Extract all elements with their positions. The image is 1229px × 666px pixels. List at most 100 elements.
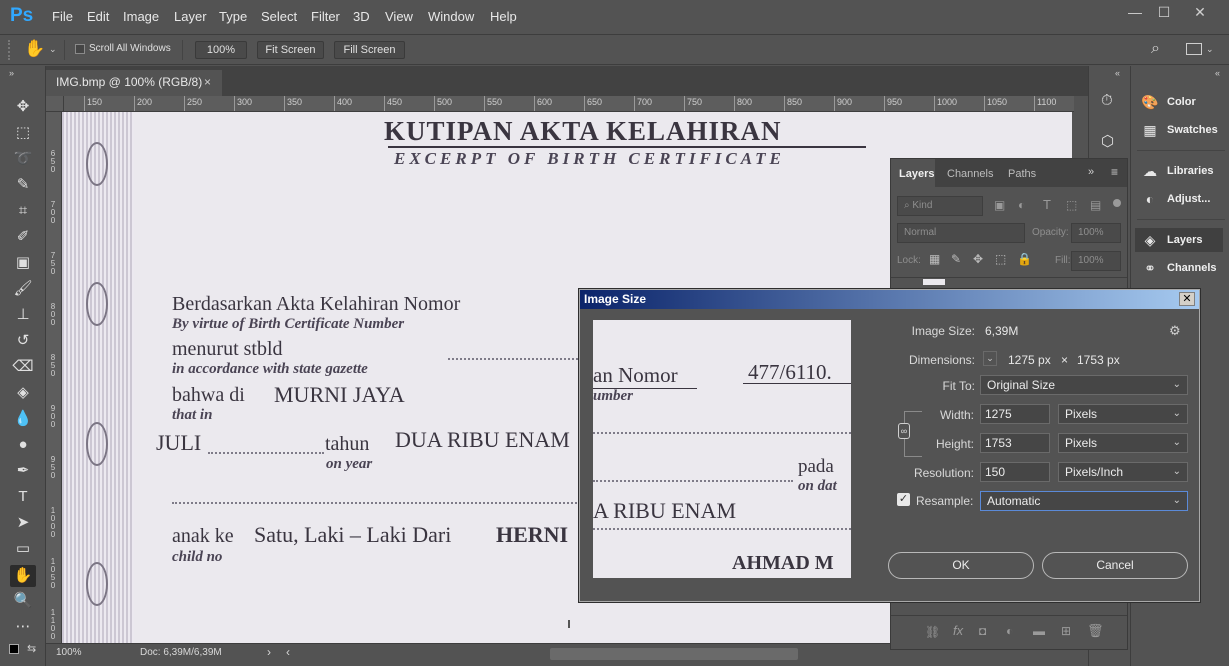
dimensions-unit-dropdown-icon[interactable]: ⌄: [983, 351, 997, 366]
tab-channels[interactable]: Channels: [947, 168, 993, 180]
eraser-tool-icon[interactable]: ⌫: [10, 356, 36, 378]
hand-tool-active-icon[interactable]: ✋: [10, 565, 36, 587]
minimize-button[interactable]: —: [1121, 4, 1149, 22]
move-tool-icon[interactable]: ✥: [10, 96, 36, 118]
fill-screen-button[interactable]: Fill Screen: [334, 41, 405, 59]
height-input[interactable]: 1753: [980, 433, 1050, 453]
menu-window[interactable]: Window: [428, 9, 474, 24]
brush-tool-icon[interactable]: 🖌: [10, 278, 36, 300]
document-tab[interactable]: IMG.bmp @ 100% (RGB/8) ×: [46, 70, 222, 96]
filter-adjustment-icon[interactable]: ◐: [1018, 198, 1025, 212]
delete-layer-icon[interactable]: 🗑: [1087, 623, 1104, 639]
fx-icon[interactable]: fx: [953, 623, 963, 638]
swap-colors-icon[interactable]: ⇆: [27, 642, 36, 655]
hand-tool-icon[interactable]: ✋: [24, 39, 45, 59]
collapse-panel-icon[interactable]: «: [1215, 68, 1220, 78]
blend-mode-select[interactable]: Normal: [897, 223, 1025, 243]
history-panel-icon[interactable]: ⏱: [1101, 92, 1113, 109]
zoom-level[interactable]: 100%: [56, 647, 82, 658]
panel-color[interactable]: 🎨 Color: [1141, 90, 1229, 114]
filter-pixel-icon[interactable]: ▣: [994, 198, 1005, 212]
height-unit-select[interactable]: Pixels ⌄: [1058, 433, 1188, 453]
maximize-button[interactable]: ☐: [1150, 4, 1178, 22]
resample-checkbox[interactable]: ✓: [897, 493, 910, 506]
type-tool-icon[interactable]: T: [10, 486, 36, 508]
image-preview[interactable]: an Nomor umber 477/6110. pada on dat A R…: [593, 320, 851, 578]
lock-artboard-icon[interactable]: ⬚: [995, 252, 1006, 266]
status-menu-arrow-icon[interactable]: ›: [267, 645, 271, 659]
filter-smart-object-icon[interactable]: ▤: [1090, 198, 1101, 212]
ok-button[interactable]: OK: [888, 552, 1034, 579]
fit-to-select[interactable]: Original Size ⌄: [980, 375, 1188, 395]
width-unit-select[interactable]: Pixels ⌄: [1058, 404, 1188, 424]
scroll-all-windows-checkbox[interactable]: [75, 44, 85, 54]
opacity-input[interactable]: 100%: [1071, 223, 1121, 243]
menu-view[interactable]: View: [385, 9, 413, 24]
menu-help[interactable]: Help: [490, 9, 517, 24]
dialog-close-button[interactable]: ✕: [1179, 292, 1195, 306]
lock-position-icon[interactable]: ✥: [973, 252, 983, 266]
width-input[interactable]: 1275: [980, 404, 1050, 424]
workspace-icon[interactable]: [1186, 43, 1202, 55]
panel-menu-icon[interactable]: ≡: [1111, 165, 1118, 179]
collapse-toolbar-icon[interactable]: »: [9, 68, 14, 78]
menu-3d[interactable]: 3D: [353, 9, 370, 24]
stamp-tool-icon[interactable]: ⊥: [10, 304, 36, 326]
new-layer-icon[interactable]: ⊞: [1061, 624, 1071, 638]
close-tab-icon[interactable]: ×: [204, 70, 211, 94]
horizontal-ruler[interactable]: 150 200 250 300 350 400 450 500 550 600 650 700 750 8…: [64, 96, 1074, 112]
collapse-dock-icon[interactable]: «: [1115, 68, 1120, 78]
zoom-tool-icon[interactable]: 🔍: [10, 590, 36, 612]
settings-gear-icon[interactable]: ⚙: [1169, 323, 1181, 339]
history-brush-tool-icon[interactable]: ↺: [10, 330, 36, 352]
path-select-tool-icon[interactable]: ➤: [10, 512, 36, 534]
frame-tool-icon[interactable]: ▣: [10, 252, 36, 274]
menu-type[interactable]: Type: [219, 9, 247, 24]
quick-select-tool-icon[interactable]: ✎: [10, 174, 36, 196]
lasso-tool-icon[interactable]: ➰: [10, 148, 36, 170]
marquee-tool-icon[interactable]: ⬚: [10, 122, 36, 144]
dodge-tool-icon[interactable]: ●: [10, 434, 36, 456]
search-icon[interactable]: ⌕: [1151, 40, 1160, 58]
menu-file[interactable]: File: [52, 9, 73, 24]
resolution-unit-select[interactable]: Pixels/Inch ⌄: [1058, 462, 1188, 482]
panel-layers[interactable]: ◈ Layers: [1135, 228, 1223, 252]
horizontal-scrollbar-thumb[interactable]: [550, 648, 798, 660]
resolution-input[interactable]: 150: [980, 462, 1050, 482]
lock-transparent-icon[interactable]: ▦: [929, 252, 940, 266]
cancel-button[interactable]: Cancel: [1042, 552, 1188, 579]
lock-all-icon[interactable]: 🔒: [1017, 252, 1032, 266]
menu-select[interactable]: Select: [261, 9, 297, 24]
rectangle-tool-icon[interactable]: ▭: [10, 538, 36, 560]
expand-panel-icon[interactable]: »: [1088, 166, 1094, 178]
workspace-chevron-icon[interactable]: ⌄: [1206, 44, 1214, 55]
fill-input[interactable]: 100%: [1071, 251, 1121, 271]
menu-edit[interactable]: Edit: [87, 9, 109, 24]
new-group-icon[interactable]: ▬: [1033, 624, 1045, 638]
blur-tool-icon[interactable]: 💧: [10, 408, 36, 430]
filter-type-icon[interactable]: T: [1043, 197, 1051, 212]
ruler-origin[interactable]: [46, 96, 64, 112]
fit-screen-button[interactable]: Fit Screen: [257, 41, 324, 59]
panel-adjustments[interactable]: ◐ Adjust...: [1141, 187, 1229, 211]
menu-filter[interactable]: Filter: [311, 9, 340, 24]
panel-swatches[interactable]: ▦ Swatches: [1141, 118, 1229, 142]
tab-layers[interactable]: Layers: [899, 168, 934, 180]
panel-libraries[interactable]: ☁ Libraries: [1141, 159, 1229, 183]
tab-paths[interactable]: Paths: [1008, 168, 1036, 180]
panel-channels[interactable]: ⚭ Channels: [1141, 256, 1229, 280]
menu-image[interactable]: Image: [123, 9, 159, 24]
scroll-left-icon[interactable]: ‹: [286, 645, 290, 659]
layer-thumbnail[interactable]: [923, 279, 945, 285]
vertical-ruler[interactable]: 6 5 0 7 0 0 7 5 0 8 0 0 8 5 0 9 0 0 9 5 0 1 0 0…: [46, 112, 62, 643]
layer-kind-filter[interactable]: ⌕ Kind: [897, 196, 983, 216]
bucket-tool-icon[interactable]: ◈: [10, 382, 36, 404]
close-window-button[interactable]: ✕: [1186, 4, 1214, 22]
link-layers-icon[interactable]: ⛓: [925, 625, 940, 639]
new-adjustment-icon[interactable]: ◐: [1006, 624, 1013, 638]
add-mask-icon[interactable]: ◘: [979, 624, 986, 638]
zoom-100-button[interactable]: 100%: [195, 41, 247, 59]
3d-panel-icon[interactable]: ⬡: [1101, 132, 1114, 150]
dialog-titlebar[interactable]: [580, 290, 1199, 309]
menu-layer[interactable]: Layer: [174, 9, 207, 24]
